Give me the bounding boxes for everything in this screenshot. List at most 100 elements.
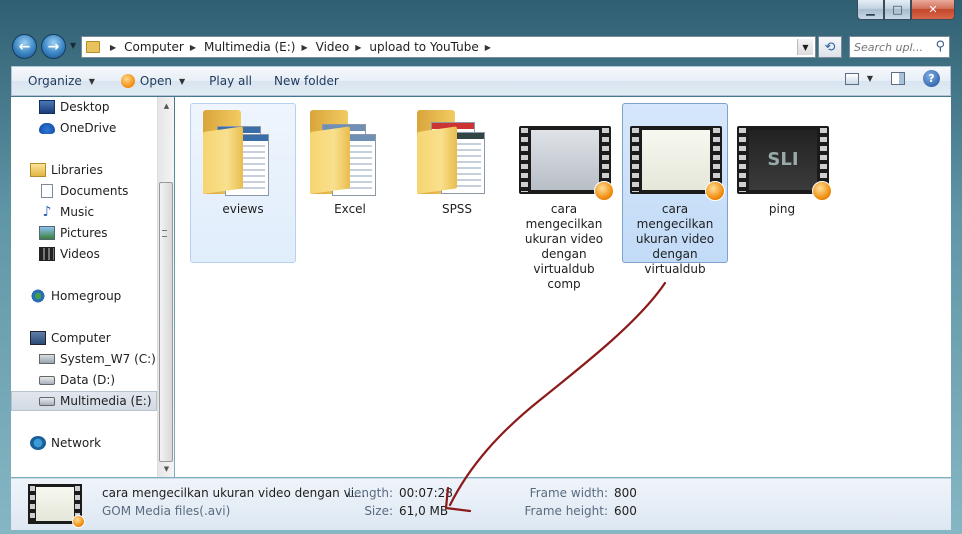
sidebar-item-libraries[interactable]: Libraries [11,160,157,180]
frame-width-value[interactable]: 800 [614,486,637,500]
sidebar-item-system-drive[interactable]: System_W7 (C:) [11,349,157,369]
sidebar-item-label: Videos [60,247,100,261]
chevron-down-icon: ▼ [88,76,95,86]
network-icon [30,436,46,450]
open-button[interactable]: Open ▼ [113,69,193,93]
file-item-excel[interactable]: Excel [297,103,403,263]
new-folder-button[interactable]: New folder [266,69,347,93]
scrollbar-grip-icon [162,230,167,237]
length-value[interactable]: 00:07:28 [399,486,453,500]
file-name: cara mengecilkan ukuran video dengan vir… [635,202,715,276]
play-all-button[interactable]: Play all [201,69,260,93]
scrollbar-thumb[interactable] [159,182,173,462]
close-button[interactable]: ✕ [911,0,955,20]
file-item-video[interactable]: cara mengecilkan ukuran video dengan vir… [511,103,617,291]
chevron-down-icon: ▼ [178,76,186,86]
gom-player-icon [120,74,135,88]
caption-buttons: ▁ □ ✕ [857,0,955,21]
maximize-button[interactable]: □ [884,0,911,20]
sidebar-item-multimedia-drive[interactable]: Multimedia (E:) [11,391,157,411]
file-name: Excel [334,202,366,216]
file-name: cara mengecilkan ukuran video dengan vir… [524,202,604,291]
desktop-icon [39,100,55,114]
breadcrumb-video[interactable]: Video [316,40,350,54]
sidebar-item-documents[interactable]: Documents [11,181,157,201]
details-filetype: GOM Media files(.avi) [102,504,231,518]
computer-icon [30,331,46,345]
thumbnail-text: SLI [749,130,817,190]
videos-icon [39,247,55,261]
sidebar-item-label: Music [60,205,95,219]
breadcrumb-upload-to-youtube[interactable]: upload to YouTube [369,40,478,54]
organize-label: Organize [28,74,82,88]
sidebar-item-label: Data (D:) [60,373,116,387]
recent-pages-dropdown[interactable]: ▼ [70,41,76,50]
file-name: eviews [222,202,264,216]
forward-button[interactable]: → [41,34,66,59]
homegroup-icon [30,289,46,303]
breadcrumb-separator-icon[interactable]: ▶ [485,43,491,52]
length-label: Length: [347,486,393,500]
details-filename: cara mengecilkan ukuran video dengan vi.… [102,486,366,500]
libraries-icon [30,163,46,177]
file-item-spss[interactable]: SPSS [404,103,510,263]
chevron-down-icon[interactable]: ▼ [867,74,873,83]
frame-height-value[interactable]: 600 [614,504,637,518]
documents-icon [41,184,53,198]
sidebar-item-pictures[interactable]: Pictures [11,223,157,243]
minimize-button[interactable]: ▁ [857,0,884,20]
address-history-dropdown[interactable]: ▼ [797,39,813,55]
video-thumbnail [519,126,614,201]
help-icon[interactable]: ? [923,70,940,87]
change-view-icon[interactable] [844,72,859,85]
file-item-ping[interactable]: SLI ping [729,103,835,263]
size-value[interactable]: 61,0 MB [399,504,448,518]
back-button[interactable]: ← [12,34,37,59]
frame-width-label: Frame width: [529,486,608,500]
details-pane: cara mengecilkan ukuran video dengan vi.… [11,478,951,530]
address-row: ← → ▼ ▶ Computer ▶ Multimedia (E:) ▶ Vid… [0,30,962,64]
sidebar-item-label: Computer [51,331,111,345]
sidebar-item-desktop[interactable]: Desktop [11,97,157,117]
breadcrumb-separator-icon[interactable]: ▶ [190,43,196,52]
search-box: ⚲ [849,36,950,58]
breadcrumb-computer[interactable]: Computer [124,40,184,54]
sidebar-item-label: Libraries [51,163,103,177]
sidebar-item-network[interactable]: Network [11,433,157,453]
pictures-icon [39,226,55,240]
sidebar-item-onedrive[interactable]: OneDrive [11,118,157,138]
address-bar[interactable]: ▶ Computer ▶ Multimedia (E:) ▶ Video ▶ u… [81,36,816,58]
open-label: Open [139,74,172,88]
search-icon[interactable]: ⚲ [935,39,945,54]
drive-icon [39,375,55,385]
breadcrumb-separator-icon[interactable]: ▶ [301,43,307,52]
refresh-button[interactable]: ⟲ [818,36,842,58]
gom-player-icon [705,181,725,201]
sidebar-item-videos[interactable]: Videos [11,244,157,264]
music-icon: ♪ [42,204,52,220]
refresh-icon: ⟲ [824,39,836,55]
size-label: Size: [364,504,393,518]
breadcrumb-separator-icon[interactable]: ▶ [110,43,116,52]
organize-button[interactable]: Organize ▼ [20,69,103,93]
details-thumbnail [28,484,85,528]
scroll-down-icon[interactable]: ▼ [158,460,175,477]
arrow-left-icon: ← [18,38,31,55]
breadcrumb-multimedia[interactable]: Multimedia (E:) [204,40,296,54]
scroll-up-icon[interactable]: ▲ [158,97,175,114]
file-list: eviews Excel SPSS cara mengecilkan ukura… [175,97,951,477]
folder-icon [86,41,100,53]
file-item-eviews[interactable]: eviews [190,103,296,263]
sidebar-item-homegroup[interactable]: Homegroup [11,286,157,306]
sidebar-item-data-drive[interactable]: Data (D:) [11,370,157,390]
breadcrumb-separator-icon[interactable]: ▶ [355,43,361,52]
sidebar-item-label: Desktop [60,100,110,114]
system-drive-icon [39,354,55,364]
file-item-video-selected[interactable]: cara mengecilkan ukuran video dengan vir… [622,103,728,276]
search-input[interactable] [854,37,932,57]
explorer-window: ▁ □ ✕ ← → ▼ ▶ Computer ▶ Multimedia (E:)… [0,0,962,534]
sidebar-item-music[interactable]: ♪ Music [11,202,157,222]
preview-pane-icon[interactable] [891,72,905,85]
sidebar-item-computer[interactable]: Computer [11,328,157,348]
navigation-scrollbar[interactable]: ▲ ▼ [157,97,174,477]
